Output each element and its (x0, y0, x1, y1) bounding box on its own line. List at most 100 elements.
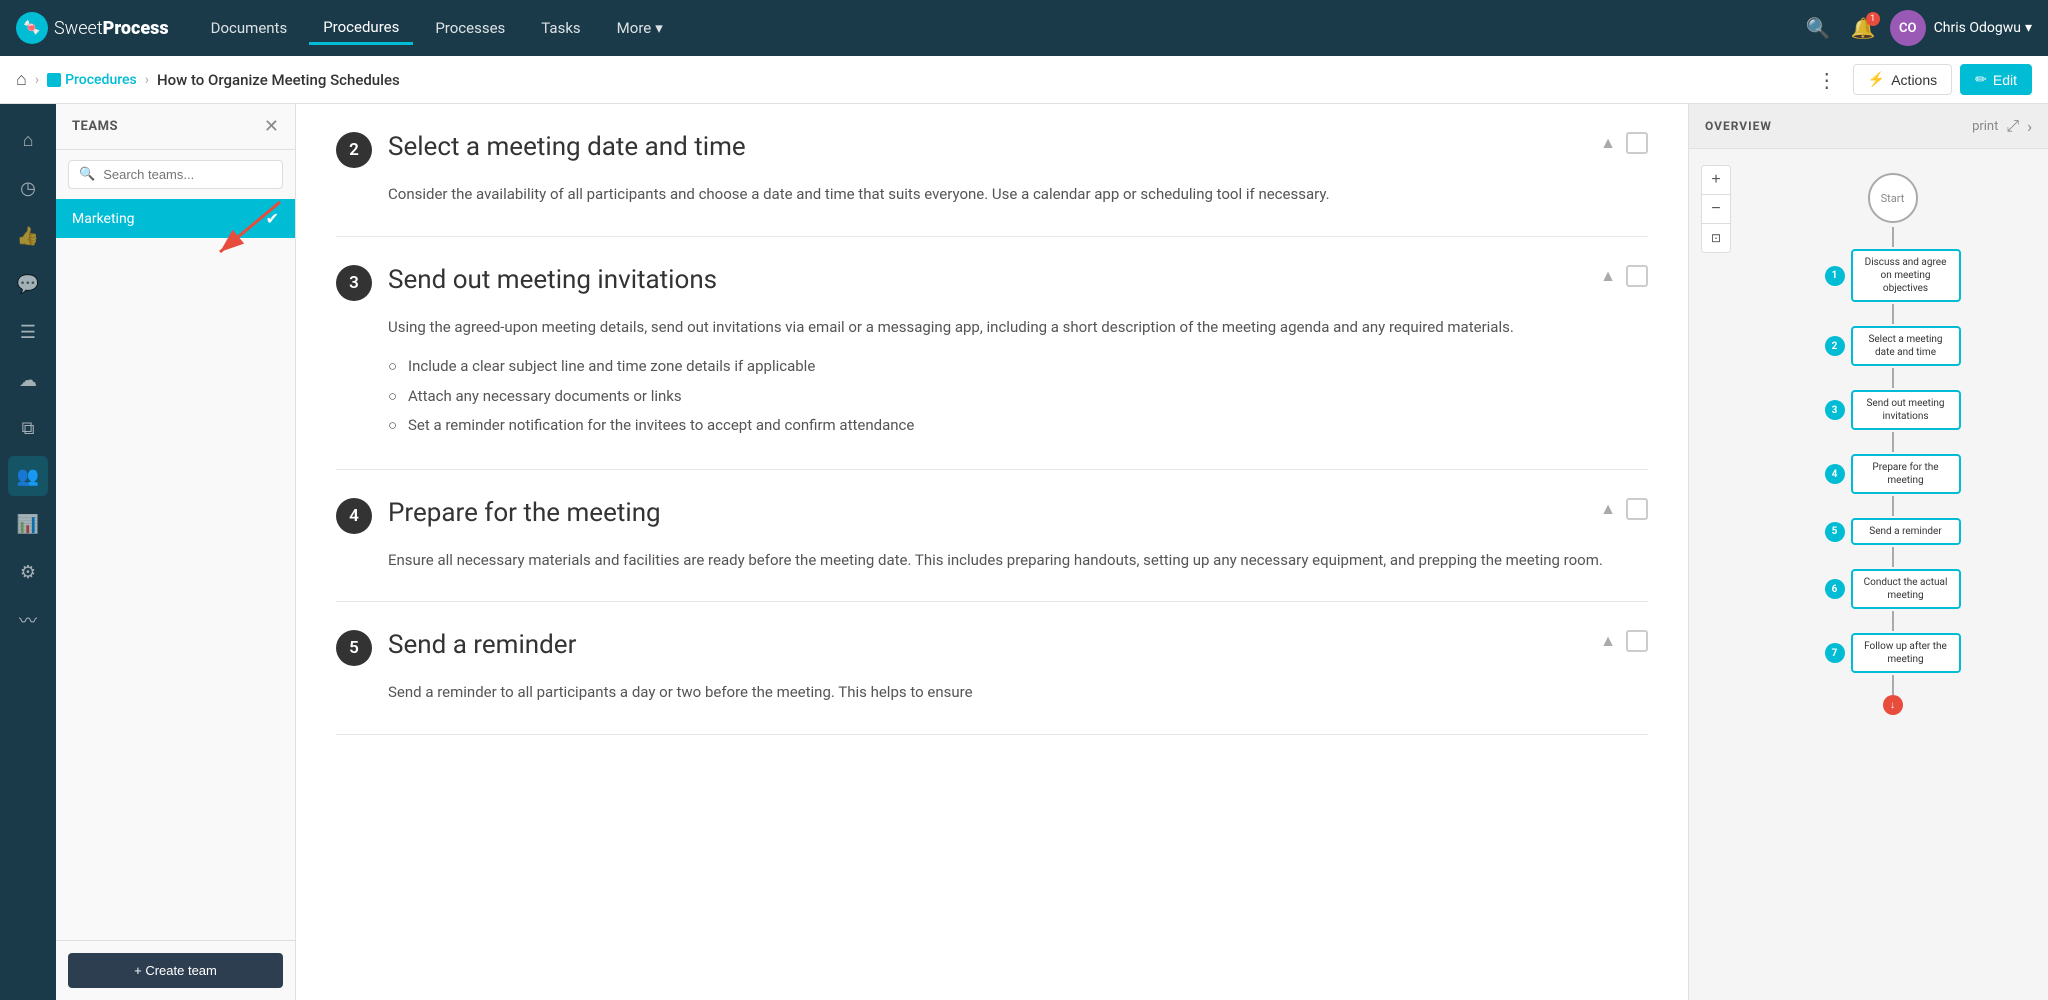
bell-badge: 1 (1866, 12, 1880, 26)
chevron-right-icon[interactable]: › (2027, 117, 2032, 136)
sidebar-list-icon[interactable]: ☰ (8, 312, 48, 352)
fc-box-3: Send out meetinginvitations (1851, 390, 1961, 430)
step-5-text: Send a reminder to all participants a da… (388, 680, 1648, 706)
sidebar-gear-icon[interactable]: ⚙ (8, 552, 48, 592)
fc-bullet-3: 3 (1825, 400, 1845, 420)
lightning-icon: ⚡ (1868, 71, 1885, 88)
zoom-in-button[interactable]: + (1702, 166, 1730, 194)
step-3-collapse[interactable]: ▲ (1600, 266, 1616, 286)
print-button[interactable]: print (1972, 119, 1998, 134)
expand-icon[interactable]: ⤢ (2006, 116, 2019, 136)
step-2-collapse[interactable]: ▲ (1600, 133, 1616, 153)
flowchart-end: ↓ (1883, 695, 1903, 715)
close-teams-button[interactable]: ✕ (264, 116, 279, 137)
list-item: Attach any necessary documents or links (388, 382, 1648, 412)
step-5-body: Send a reminder to all participants a da… (336, 680, 1648, 706)
step-2: 2 Select a meeting date and time ▲ Consi… (336, 104, 1648, 237)
fc-box-6: Conduct the actualmeeting (1851, 569, 1961, 609)
step-5-checkbox[interactable] (1626, 630, 1648, 652)
zoom-fit-button[interactable]: ⊡ (1702, 224, 1730, 252)
step-4-body: Ensure all necessary materials and facil… (336, 548, 1648, 574)
logo-text: SweetProcess (54, 18, 169, 39)
overview-title: OVERVIEW (1705, 119, 1772, 133)
step-title-4: Prepare for the meeting (388, 498, 1584, 529)
overview-header: OVERVIEW print ⤢ › (1689, 104, 2048, 149)
create-team-button[interactable]: + Create team (68, 953, 283, 988)
fc-bullet-2: 2 (1825, 336, 1845, 356)
flowchart-start: Start (1868, 173, 1918, 223)
sidebar-wave-icon[interactable]: 〰 (8, 600, 48, 640)
main-content: 2 Select a meeting date and time ▲ Consi… (296, 104, 1688, 1000)
step-2-checkbox[interactable] (1626, 132, 1648, 154)
teams-footer: + Create team (56, 940, 295, 1000)
nav-processes[interactable]: Processes (421, 13, 519, 43)
fc-bullet-6: 6 (1825, 579, 1845, 599)
fc-bullet-4: 4 (1825, 464, 1845, 484)
step-5-collapse[interactable]: ▲ (1600, 631, 1616, 651)
step-number-5: 5 (336, 630, 372, 666)
sidebar-clock-icon[interactable]: ◷ (8, 168, 48, 208)
nav-documents[interactable]: Documents (197, 13, 302, 43)
fc-bullet-7: 7 (1825, 643, 1845, 663)
step-4-checkbox[interactable] (1626, 498, 1648, 520)
flowchart-step-2: 2 Select a meetingdate and time (1825, 326, 1961, 366)
step-3-checkbox[interactable] (1626, 265, 1648, 287)
overview-panel: OVERVIEW print ⤢ › + − ⊡ Start 1 Discuss… (1688, 104, 2048, 1000)
fc-box-5: Send a reminder (1851, 518, 1961, 545)
user-name[interactable]: Chris Odogwu ▾ (1934, 20, 2032, 36)
edit-icon: ✏ (1975, 71, 1987, 88)
step-4-text: Ensure all necessary materials and facil… (388, 548, 1648, 574)
step-5-controls: ▲ (1600, 630, 1648, 652)
logo[interactable]: 🍬 SweetProcess (16, 12, 169, 44)
flowchart: Start 1 Discuss and agreeon meetingobjec… (1753, 165, 2032, 715)
sidebar-cloud-icon[interactable]: ☁ (8, 360, 48, 400)
step-3-list: Include a clear subject line and time zo… (388, 352, 1648, 441)
teams-panel: TEAMS ✕ 🔍 Marketing ✔ + Create team (56, 104, 296, 1000)
flowchart-step-1: 1 Discuss and agreeon meetingobjectives (1825, 249, 1961, 302)
sidebar-users-icon[interactable]: 👥 (8, 456, 48, 496)
breadcrumb-sep-1: › (35, 72, 39, 88)
breadcrumb-sep-2: › (145, 72, 149, 88)
sidebar-chart-icon[interactable]: 📊 (8, 504, 48, 544)
more-options-button[interactable]: ⋮ (1809, 64, 1845, 96)
fc-arrow (1892, 227, 1894, 247)
list-item: Set a reminder notification for the invi… (388, 411, 1648, 441)
sidebar-copy-icon[interactable]: ⧉ (8, 408, 48, 448)
step-3-controls: ▲ (1600, 265, 1648, 287)
home-breadcrumb-icon[interactable]: ⌂ (16, 69, 27, 90)
sidebar-home-icon[interactable]: ⌂ (8, 120, 48, 160)
step-5: 5 Send a reminder ▲ Send a reminder to a… (336, 602, 1648, 735)
zoom-out-button[interactable]: − (1702, 195, 1730, 223)
step-2-controls: ▲ (1600, 132, 1648, 154)
breadcrumb-procedures[interactable]: Procedures (47, 72, 137, 88)
sidebar-thumb-icon[interactable]: 👍 (8, 216, 48, 256)
fc-box-2: Select a meetingdate and time (1851, 326, 1961, 366)
bell-icon[interactable]: 🔔 1 (1845, 10, 1882, 46)
sidebar-chat-icon[interactable]: 💬 (8, 264, 48, 304)
step-2-text: Consider the availability of all partici… (388, 182, 1648, 208)
step-title-5: Send a reminder (388, 630, 1584, 661)
team-item-marketing[interactable]: Marketing ✔ (56, 199, 295, 238)
nav-procedures[interactable]: Procedures (309, 12, 413, 45)
fc-bullet-5: 5 (1825, 522, 1845, 542)
page-title: How to Organize Meeting Schedules (157, 71, 400, 89)
teams-search-input[interactable] (103, 167, 272, 182)
chevron-down-icon-user: ▾ (2025, 20, 2032, 36)
flowchart-step-7: 7 Follow up after themeeting (1825, 633, 1961, 673)
teams-header: TEAMS ✕ (56, 104, 295, 150)
actions-button[interactable]: ⚡ Actions (1853, 64, 1952, 95)
overview-controls: print ⤢ › (1972, 116, 2032, 136)
nav-tasks[interactable]: Tasks (527, 13, 594, 43)
search-icon[interactable]: 🔍 (1800, 10, 1837, 46)
step-2-body: Consider the availability of all partici… (336, 182, 1648, 208)
nav-more[interactable]: More ▾ (603, 13, 677, 43)
step-4-collapse[interactable]: ▲ (1600, 499, 1616, 519)
step-4-controls: ▲ (1600, 498, 1648, 520)
overview-body: + − ⊡ Start 1 Discuss and agreeon meetin… (1689, 149, 2048, 1000)
step-3: 3 Send out meeting invitations ▲ Using t… (336, 237, 1648, 470)
avatar[interactable]: CO (1890, 10, 1926, 46)
top-nav: 🍬 SweetProcess Documents Procedures Proc… (0, 0, 2048, 56)
breadcrumb: ⌂ › Procedures › How to Organize Meeting… (0, 56, 2048, 104)
edit-button[interactable]: ✏ Edit (1960, 64, 2032, 95)
breadcrumb-actions: ⋮ ⚡ Actions ✏ Edit (1809, 64, 2032, 96)
